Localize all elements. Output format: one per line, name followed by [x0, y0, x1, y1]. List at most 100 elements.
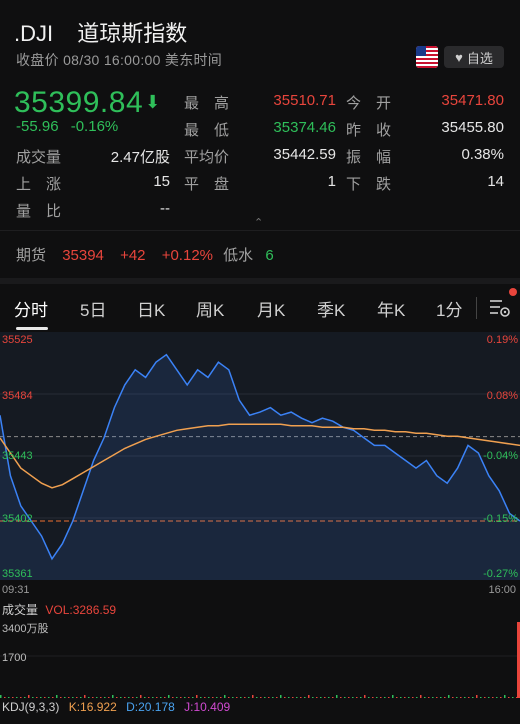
kdj-d: D:20.178 — [126, 700, 175, 714]
y-tick-right: -0.04% — [483, 450, 518, 462]
field-label: 上 涨 — [16, 176, 62, 193]
tab-5day[interactable]: 5日 — [80, 296, 106, 321]
volume-bar — [440, 697, 442, 698]
volume-bar — [140, 695, 142, 698]
volume-bar — [272, 697, 274, 698]
volume-bar — [356, 697, 358, 698]
volume-bar — [480, 697, 482, 698]
volume-bar — [76, 697, 78, 698]
volume-bar — [468, 697, 470, 698]
collapse-caret-icon[interactable]: ⌃ — [254, 216, 263, 229]
volume-bar — [52, 697, 54, 698]
volume-bar — [32, 697, 34, 698]
volume-chart[interactable] — [0, 616, 520, 698]
y-tick-right: 0.19% — [486, 334, 518, 346]
volume-bar — [296, 697, 298, 698]
volume-bar — [416, 697, 418, 698]
volume-bar — [448, 695, 450, 698]
volume-bar — [488, 697, 490, 698]
volume-bar — [192, 697, 194, 698]
volume-bar — [28, 695, 30, 698]
volume-bar — [144, 697, 146, 698]
add-watchlist-button[interactable]: ♥ 自选 — [444, 46, 504, 68]
header: .DJI 道琼斯指数 收盘价 08/30 16:00:00 美东时间 ♥ 自选 — [0, 0, 520, 80]
field-label: 平均价 — [184, 149, 230, 166]
volume-bar — [80, 697, 82, 698]
volume-bar — [320, 697, 322, 698]
volume-bar — [492, 697, 494, 698]
field-unchanged: 1 — [327, 173, 336, 190]
field-high: 35510.71 — [273, 92, 336, 109]
volume-y-top: 3400万股 — [2, 623, 49, 635]
y-tick-left: 35443 — [2, 450, 33, 462]
tab-quarterly-k[interactable]: 季K — [317, 296, 345, 321]
index-name: 道琼斯指数 — [77, 21, 188, 46]
volume-bar — [100, 697, 102, 698]
field-label: 量 比 — [16, 203, 62, 220]
volume-bar — [84, 695, 86, 698]
volume-bar — [408, 697, 410, 698]
tab-intraday[interactable]: 分时 — [14, 296, 48, 321]
volume-bar — [276, 697, 278, 698]
volume-bar — [512, 697, 514, 698]
futures-row[interactable]: 期货 35394 +42 +0.12% 低水 6 — [16, 244, 286, 265]
volume-bar — [264, 697, 266, 698]
volume-bar — [288, 697, 290, 698]
volume-bar — [392, 695, 394, 698]
tab-weekly-k[interactable]: 周K — [196, 296, 224, 321]
volume-bar — [312, 697, 314, 698]
futures-price: 35394 — [62, 247, 104, 264]
volume-bar — [68, 697, 70, 698]
field-label: 最 低 — [184, 122, 230, 139]
intraday-chart-svg — [0, 353, 520, 580]
tab-monthly-k[interactable]: 月K — [257, 296, 285, 321]
futures-change-pct: +0.12% — [161, 247, 213, 264]
volume-bar — [180, 697, 182, 698]
volume-bar — [260, 697, 262, 698]
period-tabs: 分时 5日 日K 周K 月K 季K 年K 1分 — [0, 284, 520, 332]
volume-bar — [384, 697, 386, 698]
volume-bar — [444, 697, 446, 698]
field-volume-ratio: -- — [160, 200, 170, 217]
volume-bar — [280, 695, 282, 698]
chart-settings-icon[interactable] — [488, 294, 512, 320]
volume-bar — [412, 697, 414, 698]
volume-bar — [256, 697, 258, 698]
volume-bar — [400, 697, 402, 698]
volume-bar — [148, 697, 150, 698]
y-tick-left: 35402 — [2, 513, 33, 525]
down-arrow-icon: ⬇ — [145, 92, 161, 112]
divider — [0, 230, 520, 231]
volume-bar — [364, 695, 366, 698]
kdj-indicator[interactable]: KDJ(9,3,3) K:16.922 D:20.178 J:10.409 — [2, 700, 236, 714]
volume-bar — [396, 697, 398, 698]
volume-bar — [228, 697, 230, 698]
field-volume: 2.47亿股 — [110, 149, 170, 166]
field-amplitude: 0.38% — [461, 146, 504, 163]
field-low: 35374.46 — [273, 119, 336, 136]
volume-bar — [432, 697, 434, 698]
volume-bar — [308, 695, 310, 698]
y-tick-left: 35484 — [2, 390, 33, 402]
volume-bar — [0, 695, 2, 698]
volume-bar — [472, 697, 474, 698]
volume-value: VOL:3286.59 — [45, 603, 117, 617]
volume-bar — [44, 697, 46, 698]
kdj-label: KDJ(9,3,3) — [2, 700, 60, 714]
volume-bar — [500, 697, 502, 698]
notification-dot — [509, 288, 517, 296]
volume-bar — [40, 697, 42, 698]
change-value: -55.96 — [16, 118, 59, 135]
volume-bar — [128, 697, 130, 698]
tab-daily-k[interactable]: 日K — [137, 296, 165, 321]
volume-bar — [244, 697, 246, 698]
intraday-chart[interactable] — [0, 332, 520, 580]
field-advancers: 15 — [153, 173, 170, 190]
tab-yearly-k[interactable]: 年K — [377, 296, 405, 321]
field-label: 下 跌 — [346, 176, 392, 193]
volume-bar — [124, 697, 126, 698]
kdj-k: K:16.922 — [68, 700, 117, 714]
volume-bar — [232, 697, 234, 698]
volume-bar — [464, 697, 466, 698]
tab-1min[interactable]: 1分 — [436, 296, 462, 321]
